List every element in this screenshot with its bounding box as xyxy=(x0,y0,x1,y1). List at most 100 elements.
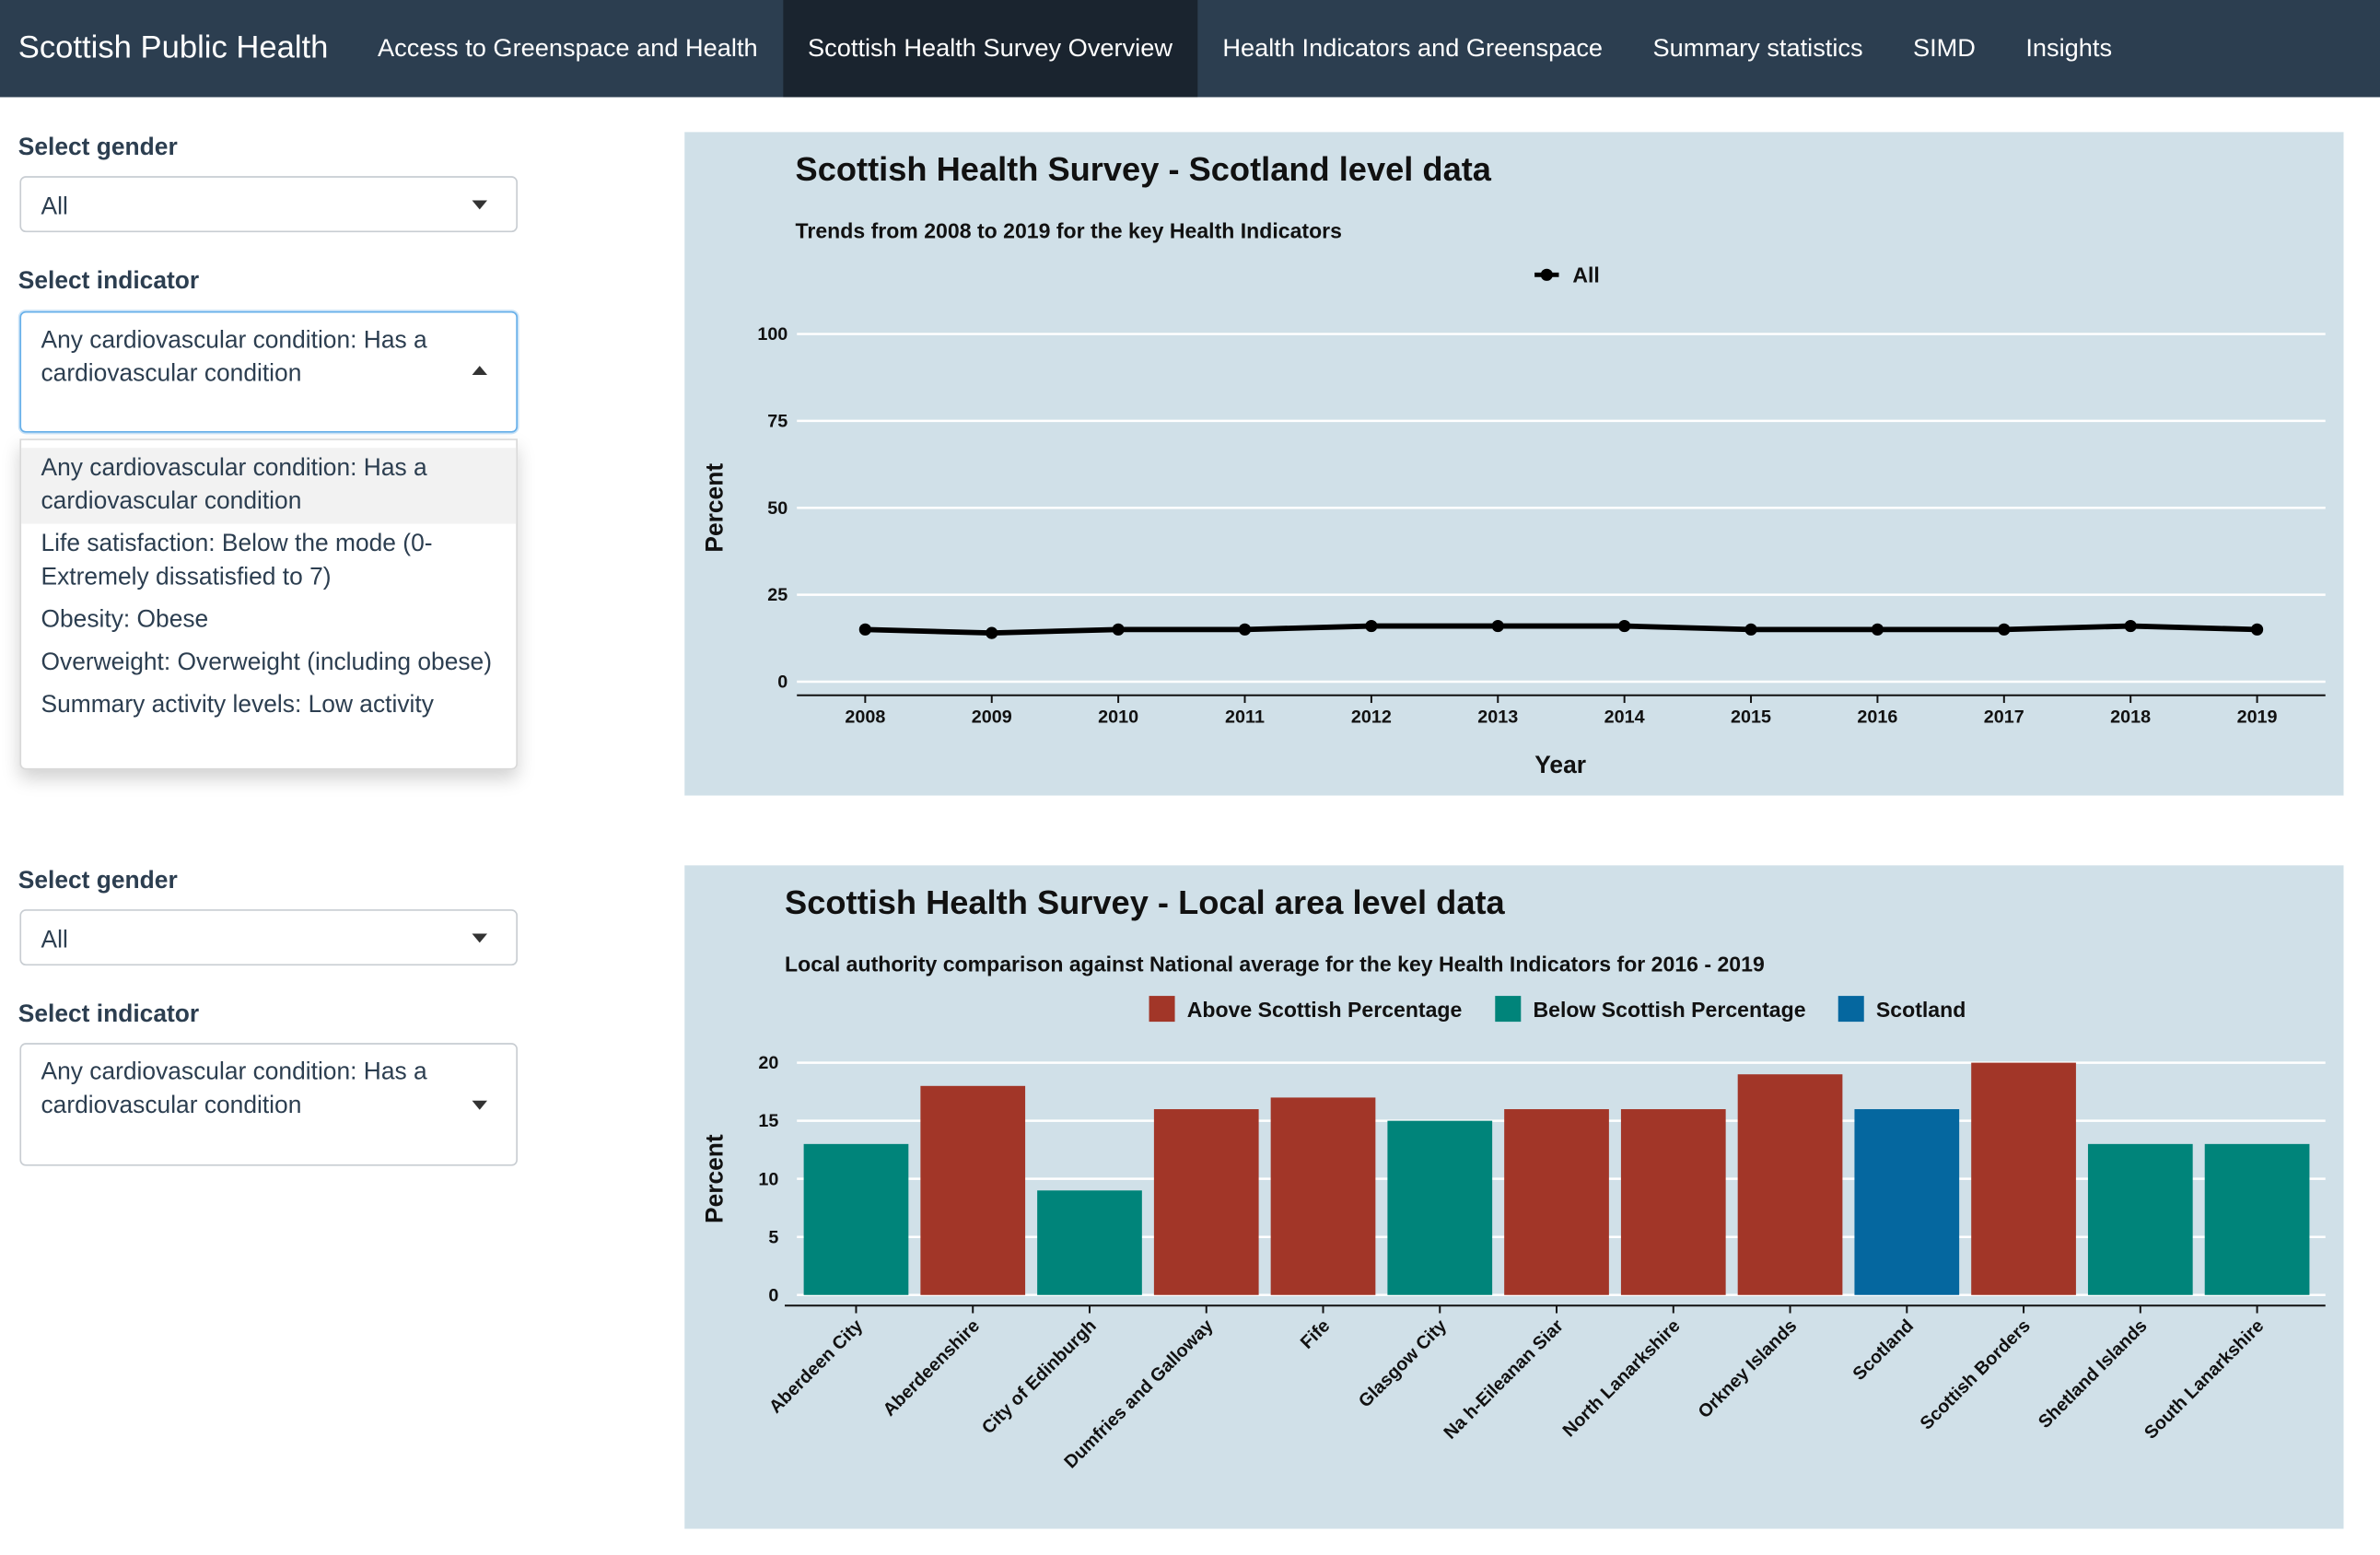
data-point xyxy=(2250,623,2264,636)
y-tick-label: 15 xyxy=(758,1111,778,1131)
x-tick-label: Shetland Islands xyxy=(2035,1315,2152,1432)
x-tick-label: 2019 xyxy=(2237,707,2278,727)
x-tick-label: 2017 xyxy=(1984,707,2024,727)
x-tick-label: Scotland xyxy=(1849,1315,1918,1385)
bar xyxy=(1270,1097,1376,1295)
bar xyxy=(1737,1074,1843,1295)
x-tick-label: City of Edinburgh xyxy=(978,1315,1101,1438)
line-chart-panel: Scottish Health Survey - Scotland level … xyxy=(684,132,2344,796)
x-tick-label: 2015 xyxy=(1731,707,1771,727)
y-tick-label: 0 xyxy=(768,1285,778,1305)
x-tick-label: 2011 xyxy=(1225,707,1265,727)
chart-subtitle: Local authority comparison against Natio… xyxy=(785,953,1765,976)
dropdown-option[interactable]: Overweight: Overweight (including obese) xyxy=(21,642,516,684)
tab-access-to-greenspace[interactable]: Access to Greenspace and Health xyxy=(353,0,783,97)
data-point xyxy=(2124,619,2137,633)
indicator-select-bottom[interactable]: Any cardiovascular condition: Has a card… xyxy=(19,1043,518,1166)
x-axis-label: Year xyxy=(1534,751,1586,778)
bar xyxy=(1037,1190,1142,1295)
gender-label-bottom: Select gender xyxy=(18,868,178,894)
legend-label: Below Scottish Percentage xyxy=(1533,998,1805,1022)
bar xyxy=(920,1085,1026,1295)
data-point xyxy=(1238,623,1252,636)
indicator-select-top[interactable]: Any cardiovascular condition: Has a card… xyxy=(19,310,518,433)
x-tick-label: Aberdeenshire xyxy=(880,1315,984,1420)
y-tick-label: 75 xyxy=(767,411,788,431)
data-point xyxy=(986,626,998,639)
x-tick-label: Glasgow City xyxy=(1355,1315,1451,1411)
indicator-select-top-value: Any cardiovascular condition: Has a card… xyxy=(41,327,427,388)
legend-marker-icon xyxy=(1540,268,1553,281)
bar xyxy=(1620,1109,1726,1295)
x-tick-label: 2013 xyxy=(1477,707,1518,727)
navbar: Scottish Public Health Access to Greensp… xyxy=(0,0,2380,98)
x-tick-label: 2014 xyxy=(1604,707,1645,727)
data-point xyxy=(1744,623,1757,636)
tab-health-indicators-greenspace[interactable]: Health Indicators and Greenspace xyxy=(1197,0,1628,97)
y-tick-label: 50 xyxy=(767,498,788,519)
chart-title: Scottish Health Survey - Scotland level … xyxy=(796,150,1492,188)
tab-health-survey-overview[interactable]: Scottish Health Survey Overview xyxy=(782,0,1198,98)
data-point xyxy=(1112,623,1125,636)
x-tick-label: South Lanarkshire xyxy=(2141,1315,2268,1443)
bar-chart-panel: Scottish Health Survey - Local area leve… xyxy=(684,865,2344,1529)
data-point xyxy=(1491,619,1504,633)
y-tick-label: 0 xyxy=(777,672,788,693)
tab-insights[interactable]: Insights xyxy=(2001,0,2137,97)
x-tick-label: 2009 xyxy=(972,707,1012,727)
y-tick-label: 25 xyxy=(767,585,788,605)
legend-label: All xyxy=(1572,263,1599,287)
gender-select-top-value: All xyxy=(41,193,68,220)
y-tick-label: 10 xyxy=(758,1169,778,1189)
bar xyxy=(2204,1143,2310,1295)
data-point xyxy=(1871,623,1884,636)
bar xyxy=(1504,1109,1609,1295)
app-brand[interactable]: Scottish Public Health xyxy=(0,0,353,97)
dropdown-option[interactable]: Obesity: Obese xyxy=(21,600,516,642)
x-tick-label: 2016 xyxy=(1857,707,1897,727)
series-line xyxy=(865,623,2258,637)
bar xyxy=(1153,1109,1259,1295)
y-tick-label: 20 xyxy=(758,1053,778,1073)
data-point xyxy=(1365,619,1378,633)
x-tick-label: Aberdeen City xyxy=(765,1315,867,1417)
bar-chart: Scottish Health Survey - Local area leve… xyxy=(700,883,2326,1472)
bar xyxy=(803,1143,909,1295)
bar xyxy=(1854,1109,1960,1295)
x-tick-label: 2010 xyxy=(1098,707,1138,727)
y-tick-label: 5 xyxy=(768,1227,778,1247)
chart-subtitle: Trends from 2008 to 2019 for the key Hea… xyxy=(796,219,1342,243)
x-tick-label: Na h-Eileanan Siar xyxy=(1441,1315,1568,1443)
chevron-up-icon xyxy=(472,366,488,376)
dropdown-option[interactable]: Summary activity levels: Low activity xyxy=(21,684,516,727)
indicator-label-top: Select indicator xyxy=(18,268,200,295)
y-axis-label: Percent xyxy=(700,1134,728,1223)
tab-summary-statistics[interactable]: Summary statistics xyxy=(1628,0,1888,97)
y-tick-label: 100 xyxy=(757,324,788,345)
x-tick-label: North Lanarkshire xyxy=(1559,1315,1685,1441)
app-root: Scottish Public Health Access to Greensp… xyxy=(0,0,2380,1555)
chevron-down-icon xyxy=(472,200,488,210)
legend-label: Scotland xyxy=(1876,998,1966,1022)
data-point xyxy=(1618,619,1631,633)
x-tick-label: 2018 xyxy=(2110,707,2151,727)
gender-select-bottom[interactable]: All xyxy=(19,909,518,966)
gender-select-top[interactable]: All xyxy=(19,176,518,233)
data-point xyxy=(858,623,871,636)
indicator-label-bottom: Select indicator xyxy=(18,1001,200,1028)
tab-simd[interactable]: SIMD xyxy=(1888,0,2001,97)
dropdown-option[interactable]: Any cardiovascular condition: Has a card… xyxy=(21,448,517,524)
gender-label-top: Select gender xyxy=(18,134,178,161)
indicator-select-bottom-value: Any cardiovascular condition: Has a card… xyxy=(41,1059,427,1119)
indicator-dropdown-menu: Any cardiovascular condition: Has a card… xyxy=(19,438,518,770)
chevron-down-icon xyxy=(472,1100,488,1110)
legend-label: Above Scottish Percentage xyxy=(1187,998,1463,1022)
x-tick-label: 2008 xyxy=(845,707,885,727)
bar xyxy=(1971,1062,2076,1295)
chart-title: Scottish Health Survey - Local area leve… xyxy=(785,883,1506,921)
x-tick-label: Scottish Borders xyxy=(1917,1315,2035,1433)
legend-swatch xyxy=(1495,996,1522,1023)
dropdown-option[interactable]: Life satisfaction: Below the mode (0-Ext… xyxy=(21,524,516,600)
legend-swatch xyxy=(1838,996,1864,1023)
legend-swatch xyxy=(1149,996,1175,1023)
